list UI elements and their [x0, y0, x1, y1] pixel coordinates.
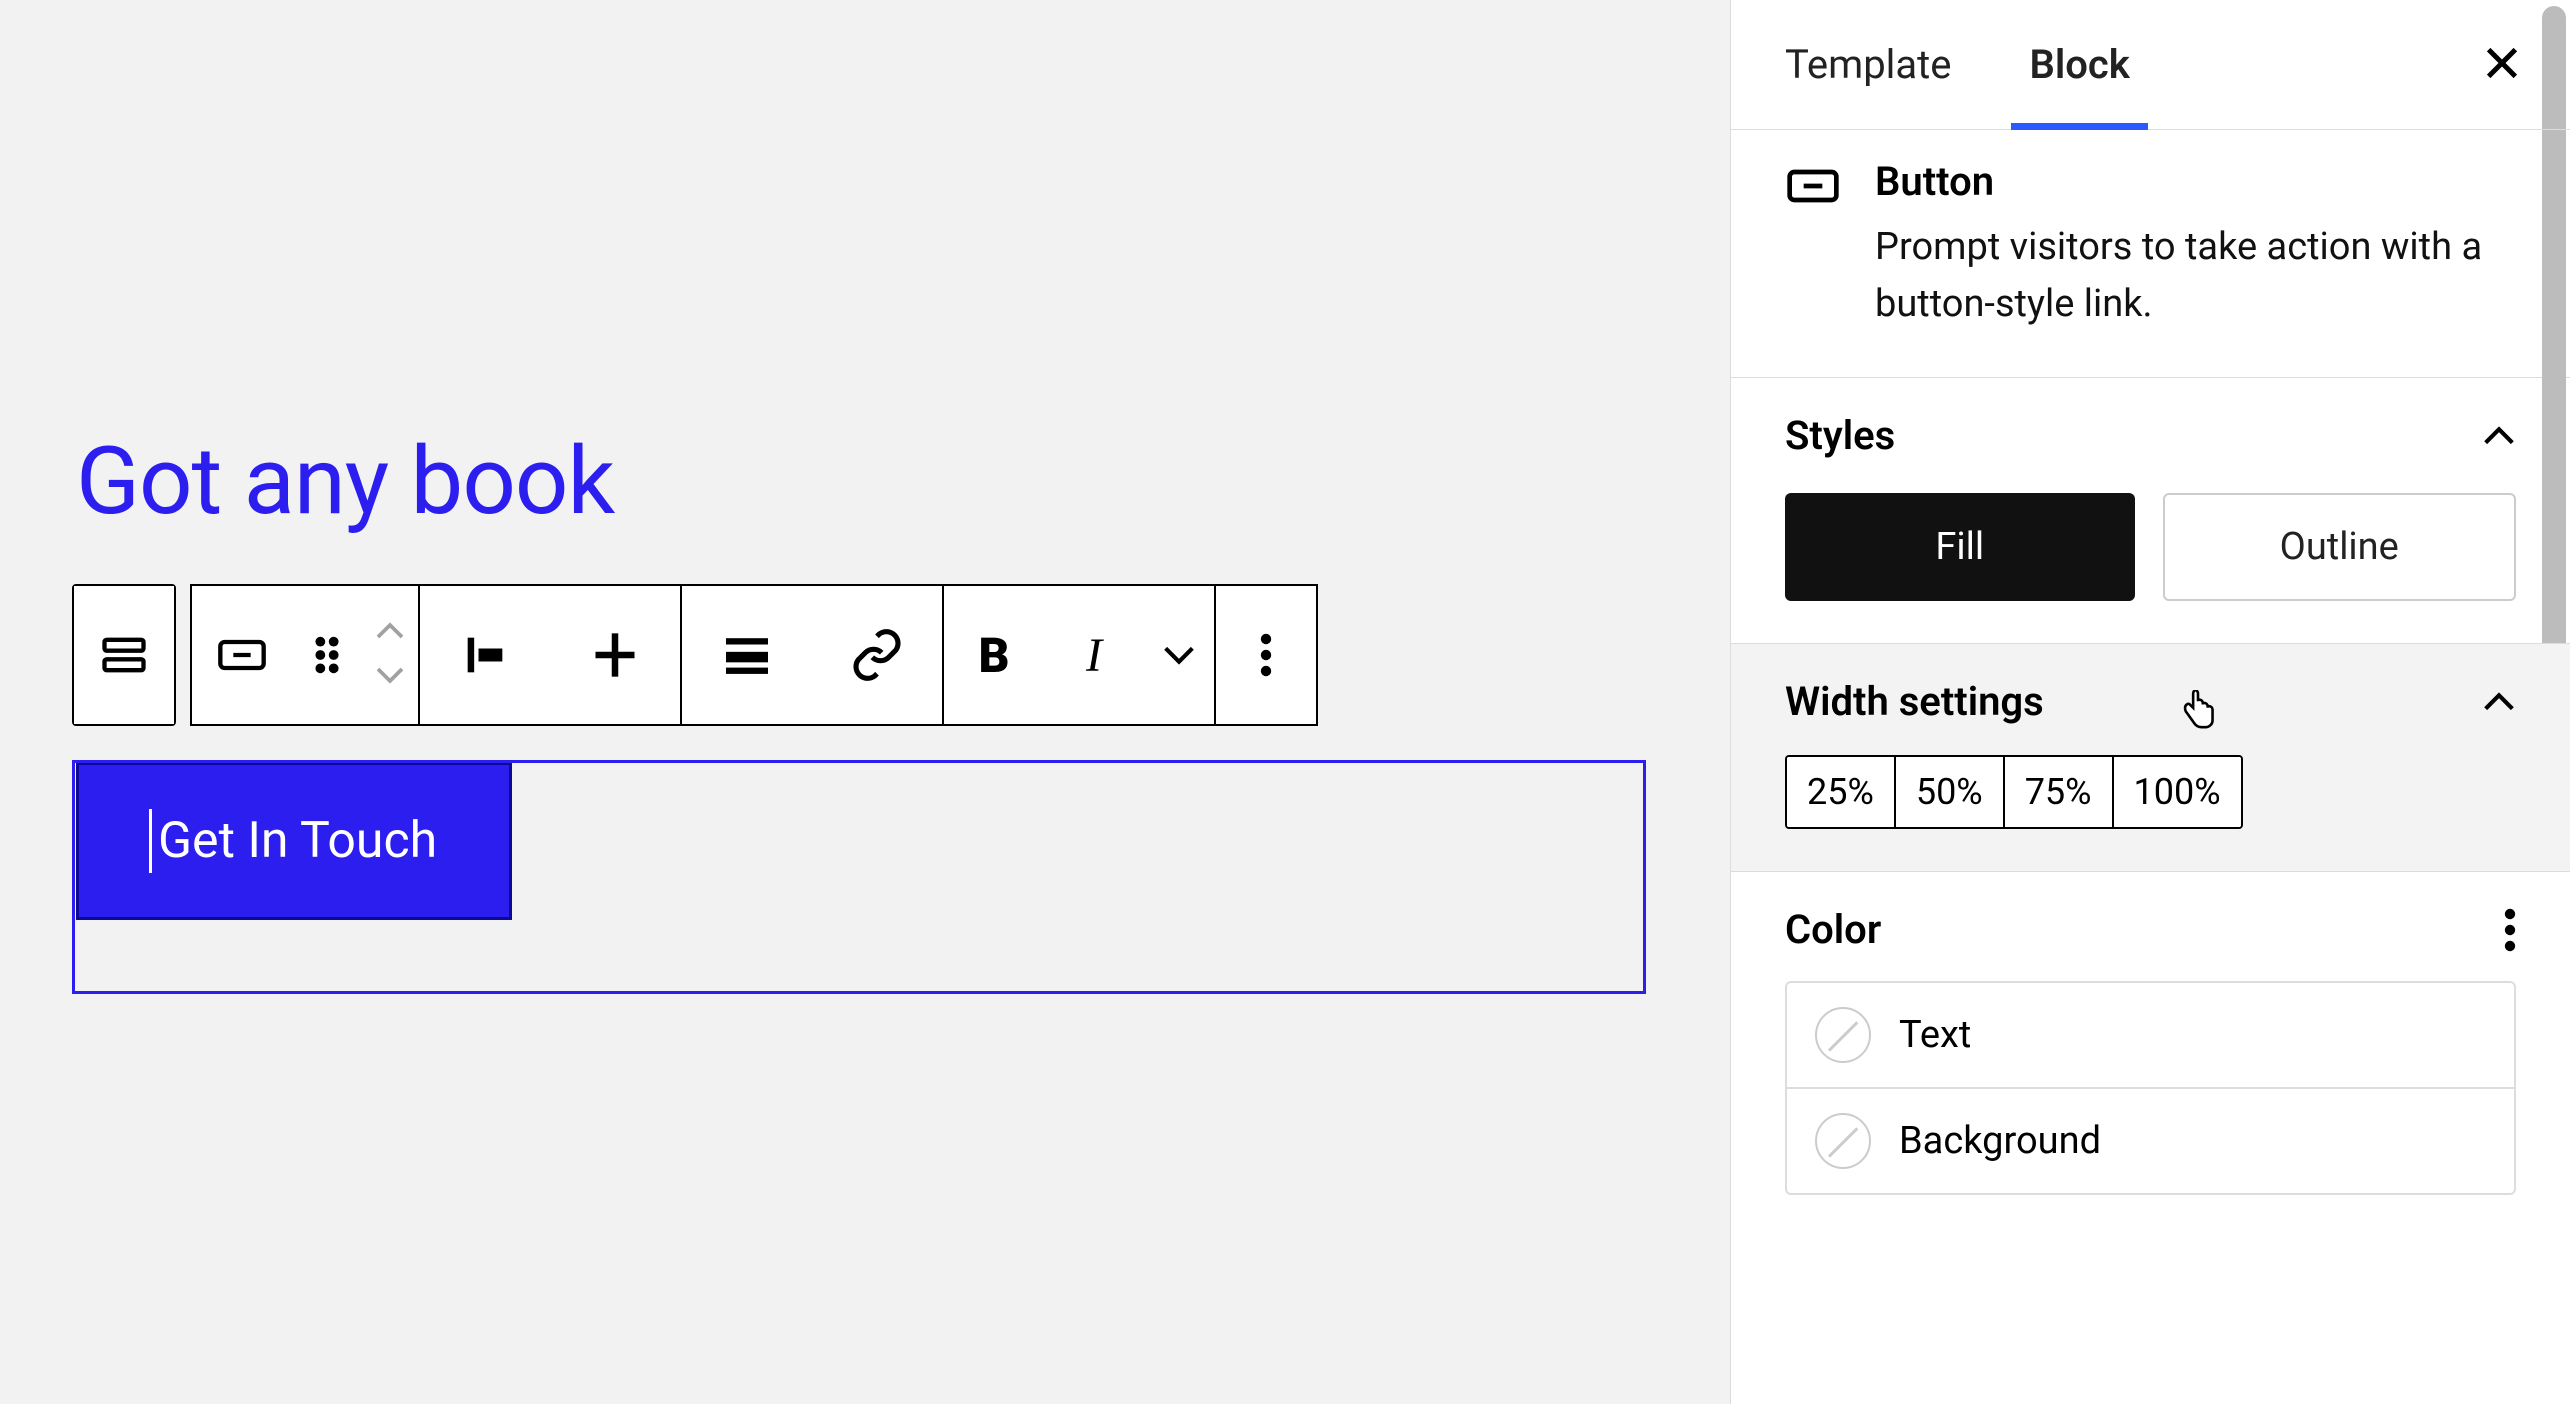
style-outline-option[interactable]: Outline: [2163, 493, 2517, 601]
block-card: Button Prompt visitors to take action wi…: [1731, 130, 2570, 378]
width-25-button[interactable]: 25%: [1787, 757, 1894, 827]
page-heading[interactable]: Got any book: [76, 432, 614, 531]
select-parent-button[interactable]: [74, 586, 174, 724]
text-caret: [149, 809, 152, 873]
color-heading: Color: [1785, 906, 1881, 953]
justify-button[interactable]: [420, 586, 550, 724]
button-block[interactable]: Get In Touch: [76, 762, 512, 920]
block-toolbar: B I: [72, 584, 1318, 726]
block-card-description: Prompt visitors to take action with a bu…: [1875, 219, 2516, 333]
color-text-label: Text: [1899, 1013, 1971, 1057]
move-up-button[interactable]: [375, 622, 405, 644]
styles-heading: Styles: [1785, 412, 1895, 459]
block-card-title: Button: [1875, 158, 2516, 205]
width-50-button[interactable]: 50%: [1894, 757, 2003, 827]
block-options-button[interactable]: [1216, 586, 1316, 724]
editor-canvas[interactable]: Got any book: [0, 0, 1730, 1404]
drag-handle[interactable]: [292, 586, 362, 724]
width-button-group: 25% 50% 75% 100%: [1785, 755, 2243, 829]
no-color-swatch-icon: [1815, 1007, 1871, 1063]
color-background-row[interactable]: Background: [1787, 1087, 2514, 1193]
color-text-row[interactable]: Text: [1787, 983, 2514, 1087]
styles-panel: Styles Fill Outline: [1731, 378, 2570, 644]
color-panel: Color Text Background: [1731, 872, 2570, 1237]
button-block-label: Get In Touch: [158, 812, 437, 870]
button-block-icon: [1785, 164, 1841, 333]
width-100-button[interactable]: 100%: [2112, 757, 2241, 827]
color-list: Text Background: [1785, 981, 2516, 1195]
block-type-button[interactable]: [192, 586, 292, 724]
link-button[interactable]: [812, 586, 942, 724]
styles-panel-toggle[interactable]: Styles: [1785, 412, 2516, 459]
more-richtext-button[interactable]: [1144, 586, 1214, 724]
close-inspector-button[interactable]: [2482, 43, 2522, 87]
width-settings-panel: Width settings 25% 50% 75% 100%: [1731, 644, 2570, 872]
chevron-up-icon: [2482, 426, 2516, 446]
tab-template[interactable]: Template: [1785, 0, 1951, 129]
chevron-up-icon: [2482, 692, 2516, 712]
move-controls: [362, 586, 418, 724]
width-75-button[interactable]: 75%: [2003, 757, 2112, 827]
width-settings-heading: Width settings: [1785, 678, 2044, 725]
move-down-button[interactable]: [375, 666, 405, 688]
bold-button[interactable]: B: [944, 586, 1044, 724]
color-background-label: Background: [1899, 1119, 2101, 1163]
align-button[interactable]: [682, 586, 812, 724]
no-color-swatch-icon: [1815, 1113, 1871, 1169]
width-settings-toggle[interactable]: Width settings: [1785, 678, 2516, 725]
tab-block[interactable]: Block: [2029, 0, 2129, 129]
italic-button[interactable]: I: [1044, 586, 1144, 724]
color-options-button[interactable]: [2504, 908, 2516, 952]
inspector-panel: Template Block Button Prompt visitors to…: [1730, 0, 2570, 1404]
style-fill-option[interactable]: Fill: [1785, 493, 2135, 601]
align-vertical-button[interactable]: [550, 586, 680, 724]
inspector-tabs: Template Block: [1731, 0, 2570, 130]
